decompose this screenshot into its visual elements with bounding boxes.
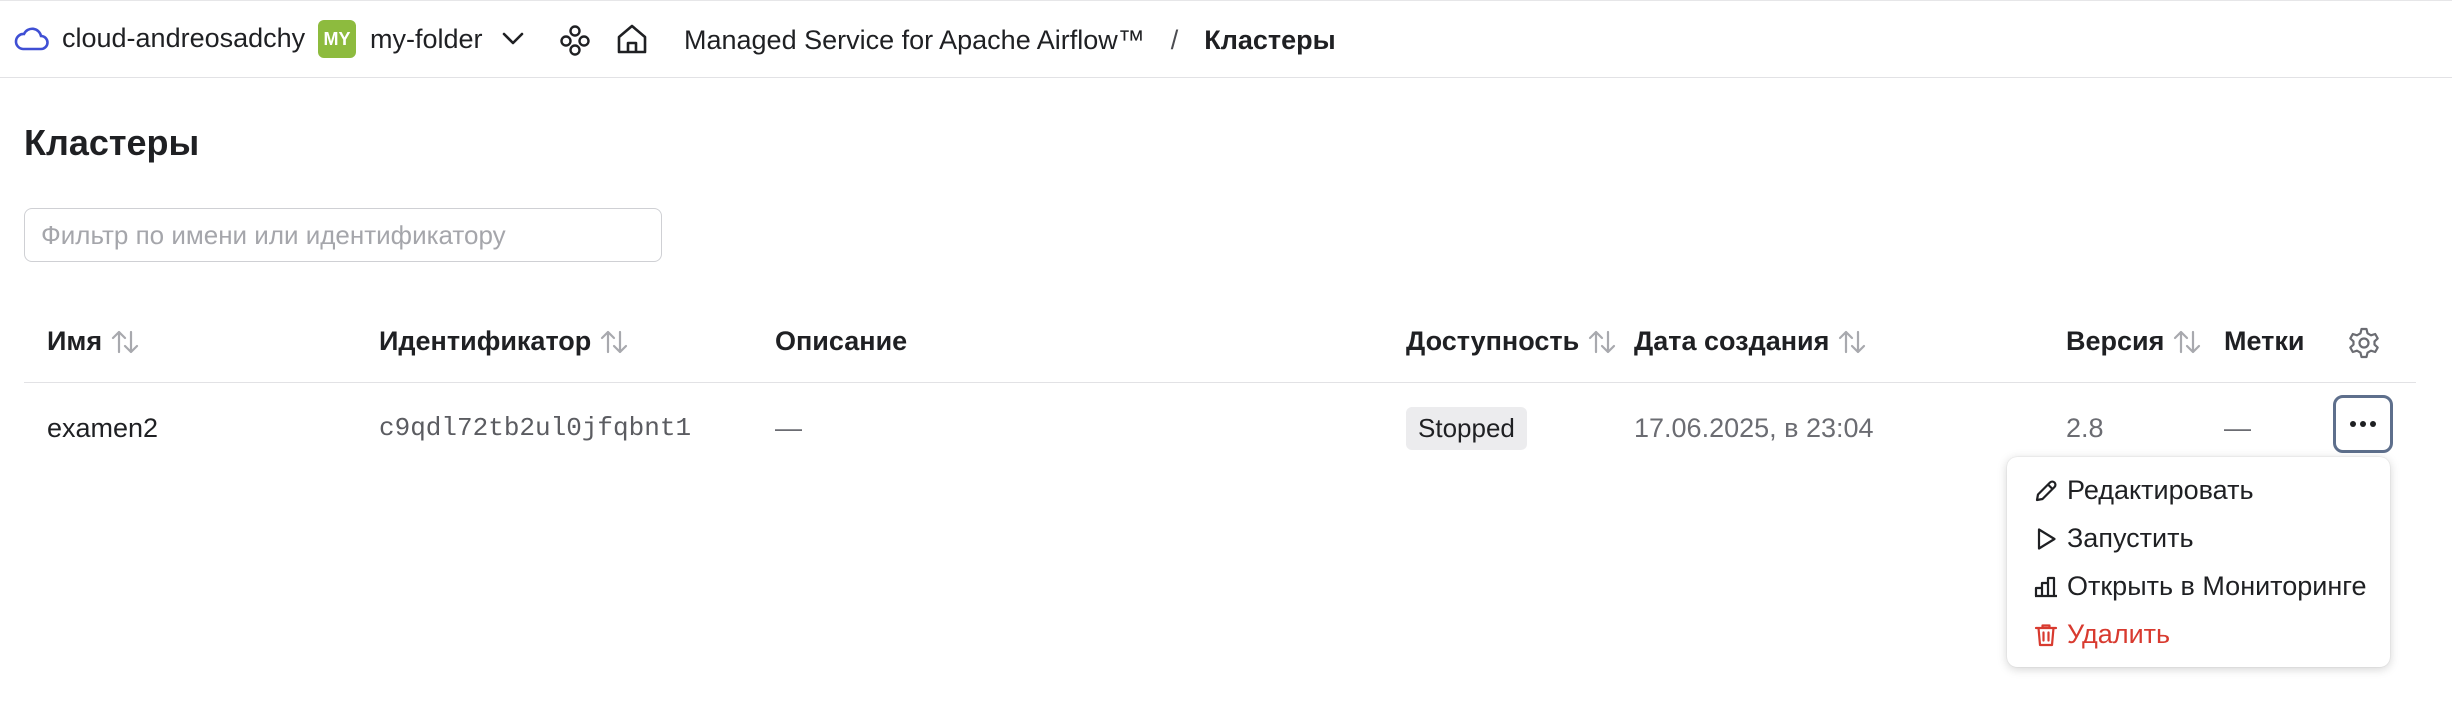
sort-icon[interactable]: [110, 329, 140, 355]
column-header-availability-label: Доступность: [1406, 326, 1580, 356]
column-header-name[interactable]: Имя: [47, 326, 140, 357]
sort-icon[interactable]: [1587, 329, 1617, 355]
gear-icon[interactable]: [2347, 326, 2381, 365]
menu-item-edit-label: Редактировать: [2067, 475, 2254, 505]
pencil-icon: [2033, 478, 2067, 504]
table-header-divider: [24, 382, 2416, 383]
services-icon[interactable]: [559, 24, 591, 56]
page-title: Кластеры: [24, 122, 200, 163]
folder-selector[interactable]: MY my-folder: [318, 20, 525, 58]
menu-item-delete-label: Удалить: [2067, 619, 2171, 649]
play-icon: [2033, 526, 2067, 552]
menu-item-delete[interactable]: Удалить: [2033, 619, 2170, 650]
chevron-down-icon[interactable]: [501, 31, 525, 47]
cloud-icon: [14, 26, 50, 52]
folder-avatar: MY: [318, 20, 356, 58]
menu-item-edit[interactable]: Редактировать: [2033, 475, 2254, 506]
column-header-created[interactable]: Дата создания: [1634, 326, 1867, 357]
breadcrumb-service[interactable]: Managed Service for Apache Airflow™: [684, 25, 1145, 56]
column-header-id-label: Идентификатор: [379, 326, 592, 356]
more-horizontal-icon: [2349, 420, 2377, 428]
column-header-labels: Метки: [2224, 326, 2305, 357]
column-header-version[interactable]: Версия: [2066, 326, 2202, 357]
row-actions-button[interactable]: [2333, 395, 2393, 453]
menu-item-monitoring-label: Открыть в Мониторинге: [2067, 571, 2367, 601]
column-header-description: Описание: [775, 326, 907, 357]
top-navigation-bar: cloud-andreosadchy MY my-folder Managed …: [0, 0, 2452, 78]
breadcrumb: Managed Service for Apache Airflow™ / Кл…: [684, 21, 1336, 59]
menu-item-monitoring[interactable]: Открыть в Мониторинге: [2033, 571, 2367, 602]
column-header-name-label: Имя: [47, 326, 103, 356]
cloud-name: cloud-andreosadchy: [62, 23, 306, 53]
home-icon[interactable]: [615, 22, 649, 56]
cluster-labels: —: [2224, 412, 2251, 443]
column-header-version-label: Версия: [2066, 326, 2165, 356]
cluster-id: c9qdl72tb2ul0jfqbnt1: [379, 413, 692, 443]
chart-icon: [2033, 574, 2067, 600]
cluster-description: —: [775, 412, 802, 443]
sort-icon[interactable]: [1837, 329, 1867, 355]
breadcrumb-separator: /: [1170, 24, 1179, 55]
column-header-created-label: Дата создания: [1634, 326, 1830, 356]
menu-item-start[interactable]: Запустить: [2033, 523, 2194, 554]
sort-icon[interactable]: [2172, 329, 2202, 355]
folder-name: my-folder: [370, 23, 483, 54]
cluster-name[interactable]: examen2: [47, 408, 158, 448]
column-header-availability[interactable]: Доступность: [1406, 326, 1617, 357]
column-header-labels-label: Метки: [2224, 326, 2305, 356]
trash-icon: [2033, 622, 2067, 648]
status-badge-cell: Stopped: [1406, 406, 1527, 450]
cluster-created: 17.06.2025, в 23:04: [1634, 412, 1874, 443]
column-header-description-label: Описание: [775, 326, 908, 356]
filter-input[interactable]: [24, 208, 662, 262]
column-header-id[interactable]: Идентификатор: [379, 326, 629, 357]
status-badge: Stopped: [1406, 406, 1527, 450]
cluster-version: 2.8: [2066, 412, 2104, 443]
sort-icon[interactable]: [599, 329, 629, 355]
menu-item-start-label: Запустить: [2067, 523, 2194, 553]
breadcrumb-current: Кластеры: [1204, 24, 1336, 55]
cloud-selector[interactable]: cloud-andreosadchy: [14, 23, 305, 54]
row-actions-menu: Редактировать Запустить Открыть в Монито…: [2007, 457, 2390, 667]
